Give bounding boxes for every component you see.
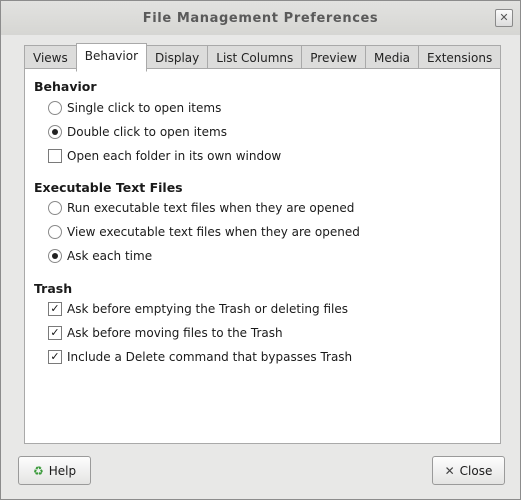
checkbox-unchecked-icon[interactable] bbox=[48, 149, 62, 163]
own-window-option[interactable]: Open each folder in its own window bbox=[48, 147, 281, 165]
help-icon: ♻ bbox=[32, 463, 44, 478]
own-window-label: Open each folder in its own window bbox=[67, 149, 282, 163]
preferences-window: File Management Preferences ✕ Views Beha… bbox=[0, 0, 521, 500]
tab-bar: Views Behavior Display List Columns Prev… bbox=[24, 43, 502, 72]
ask-move-trash-option[interactable]: ✓ Ask before moving files to the Trash bbox=[48, 324, 283, 342]
delete-command-label: Include a Delete command that bypasses T… bbox=[67, 350, 353, 364]
view-executable-label: View executable text files when they are… bbox=[67, 225, 360, 239]
view-executable-option[interactable]: View executable text files when they are… bbox=[48, 223, 360, 241]
window-close-icon[interactable]: ✕ bbox=[495, 9, 513, 27]
run-executable-option[interactable]: Run executable text files when they are … bbox=[48, 199, 354, 217]
trash-section-title: Trash bbox=[34, 281, 73, 296]
run-executable-label: Run executable text files when they are … bbox=[67, 201, 355, 215]
checkbox-checked-icon[interactable]: ✓ bbox=[48, 350, 62, 364]
behavior-panel: Behavior Single click to open items Doub… bbox=[24, 68, 501, 444]
checkbox-checked-icon[interactable]: ✓ bbox=[48, 326, 62, 340]
ask-each-time-label: Ask each time bbox=[67, 249, 153, 263]
radio-off-icon[interactable] bbox=[48, 225, 62, 239]
window-title: File Management Preferences bbox=[142, 11, 379, 26]
executable-section-title: Executable Text Files bbox=[34, 180, 183, 195]
radio-on-icon[interactable] bbox=[48, 249, 62, 263]
radio-off-icon[interactable] bbox=[48, 201, 62, 215]
delete-command-option[interactable]: ✓ Include a Delete command that bypasses… bbox=[48, 348, 352, 366]
help-label: Help bbox=[48, 463, 77, 478]
checkbox-checked-icon[interactable]: ✓ bbox=[48, 302, 62, 316]
double-click-label: Double click to open items bbox=[67, 125, 227, 139]
help-button[interactable]: ♻ Help bbox=[18, 456, 91, 485]
title-bar[interactable]: File Management Preferences ✕ bbox=[1, 1, 520, 35]
double-click-option[interactable]: Double click to open items bbox=[48, 123, 227, 141]
close-icon: ✕ bbox=[444, 463, 455, 478]
radio-off-icon[interactable] bbox=[48, 101, 62, 115]
ask-empty-trash-option[interactable]: ✓ Ask before emptying the Trash or delet… bbox=[48, 300, 348, 318]
ask-empty-trash-label: Ask before emptying the Trash or deletin… bbox=[67, 302, 348, 316]
single-click-label: Single click to open items bbox=[67, 101, 222, 115]
ask-each-time-option[interactable]: Ask each time bbox=[48, 247, 152, 265]
radio-on-icon[interactable] bbox=[48, 125, 62, 139]
close-button[interactable]: ✕ Close bbox=[432, 456, 505, 485]
tab-behavior[interactable]: Behavior bbox=[75, 43, 148, 72]
close-label: Close bbox=[459, 463, 493, 478]
behavior-section-title: Behavior bbox=[34, 79, 97, 94]
ask-move-trash-label: Ask before moving files to the Trash bbox=[67, 326, 283, 340]
single-click-option[interactable]: Single click to open items bbox=[48, 99, 221, 117]
